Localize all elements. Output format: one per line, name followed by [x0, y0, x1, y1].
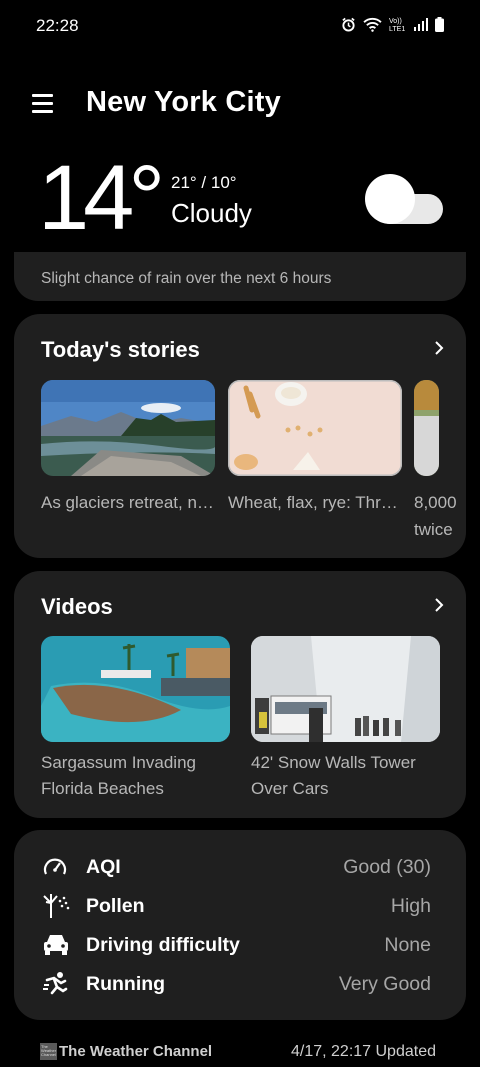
current-conditions[interactable]: 14° 21° / 10° Cloudy	[0, 152, 480, 248]
city-title: New York City	[86, 86, 281, 118]
gauge-icon	[43, 858, 67, 875]
menu-icon[interactable]	[32, 94, 54, 113]
story-thumbnail-partial	[414, 380, 439, 476]
video-title: 42' Snow Walls Tower Over Cars	[251, 753, 416, 798]
wifi-icon	[363, 17, 382, 32]
svg-text:Vo)): Vo))	[389, 18, 402, 25]
alarm-icon	[342, 17, 355, 32]
story-item[interactable]: As glaciers retreat, new streams for sal…	[41, 380, 215, 516]
footer: The Weather Channel The Weather Channel …	[0, 1040, 480, 1064]
metric-value: None	[384, 934, 431, 956]
weather-channel-logo[interactable]: The Weather Channel	[40, 1043, 57, 1060]
clock: 22:28	[36, 16, 79, 35]
chevron-right-icon[interactable]	[434, 597, 444, 613]
pollen-icon	[43, 894, 70, 918]
condition-text: Cloudy	[171, 198, 252, 228]
header: New York City	[0, 84, 480, 128]
metric-value: Good (30)	[343, 856, 431, 878]
conditions-card: AQI Good (30) Pollen High Driving diffic…	[14, 830, 466, 1020]
car-icon	[44, 935, 68, 955]
current-temperature: 14°	[38, 147, 165, 249]
video-item[interactable]: Sargassum Invading Florida Beaches	[41, 636, 230, 802]
metric-driving-difficulty[interactable]: Driving difficulty None	[14, 930, 466, 962]
forecast-summary: Slight chance of rain over the next 6 ho…	[41, 270, 332, 287]
brand-name: The Weather Channel	[59, 1043, 213, 1060]
metric-label: AQI	[86, 856, 121, 878]
video-item[interactable]: 42' Snow Walls Tower Over Cars	[251, 636, 440, 802]
metric-value: Very Good	[338, 973, 431, 995]
videos-card: Videos Sargassum Invading Florida Beache…	[14, 571, 466, 818]
running-icon	[43, 972, 68, 995]
metric-label: Driving difficulty	[86, 934, 240, 956]
updated-timestamp: 4/17, 22:17 Updated	[290, 1043, 436, 1060]
svg-text:LTE1: LTE1	[389, 26, 405, 32]
chevron-right-icon[interactable]	[434, 340, 444, 356]
cloud-icon	[365, 174, 443, 224]
story-thumbnail-glacier-river	[41, 380, 215, 476]
stories-title[interactable]: Today's stories	[41, 337, 200, 363]
video-thumbnail-snow-walls	[251, 636, 440, 742]
signal-icon	[414, 18, 428, 31]
battery-icon	[435, 17, 444, 32]
forecast-summary-card[interactable]: Slight chance of rain over the next 6 ho…	[14, 252, 466, 301]
story-text: Wheat, flax, rye: Three grains to fight …	[228, 493, 402, 512]
video-title: Sargassum Invading Florida Beaches	[41, 753, 196, 798]
volte-icon: Vo))LTE1	[389, 18, 405, 32]
videos-title[interactable]: Videos	[41, 594, 113, 620]
story-text: 8,000 twice	[414, 493, 457, 539]
metric-label: Running	[86, 973, 166, 995]
metric-label: Pollen	[86, 895, 145, 917]
story-thumbnail-grains	[228, 380, 402, 476]
stories-card: Today's stories As glaciers retreat, ne w…	[14, 314, 466, 558]
high-low: 21° / 10°	[171, 173, 237, 192]
metric-value: High	[390, 895, 431, 917]
video-thumbnail-sargassum	[41, 636, 230, 742]
story-item[interactable]: 8,000 twice	[414, 380, 457, 543]
story-text: As glaciers retreat, new streams for sal…	[41, 493, 215, 512]
status-icons: Vo)) LTE1	[341, 17, 444, 32]
story-item[interactable]: Wheat, flax, rye: Three grains to fight …	[228, 380, 402, 516]
metric-aqi[interactable]: AQI Good (30)	[14, 852, 466, 884]
status-bar: 22:28 Vo)) LTE1	[0, 0, 480, 52]
metric-running[interactable]: Running Very Good	[14, 969, 466, 1001]
metric-pollen[interactable]: Pollen High	[14, 891, 466, 923]
